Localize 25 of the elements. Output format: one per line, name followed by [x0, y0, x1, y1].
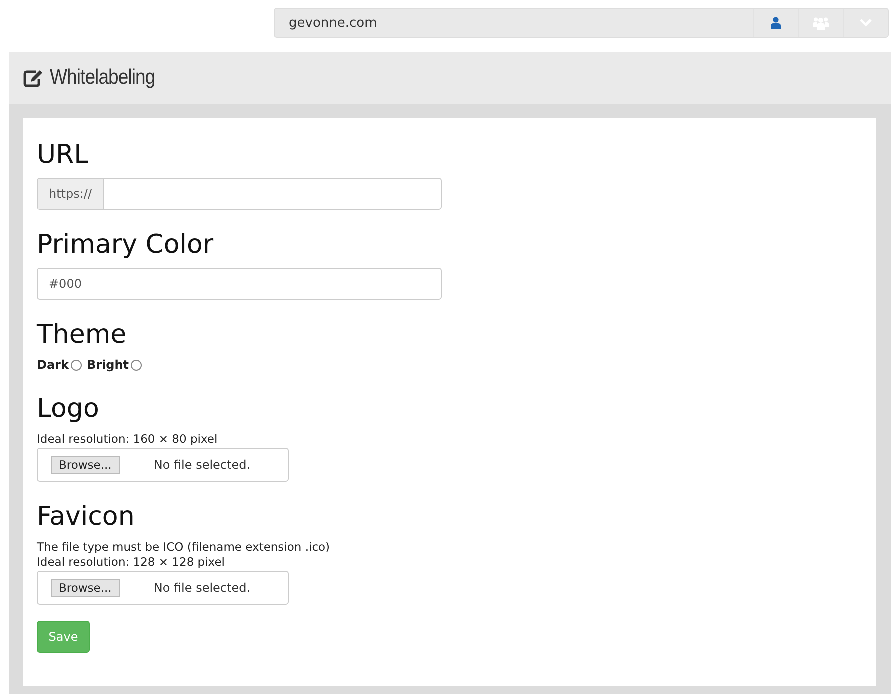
- section-heading: Logo: [37, 393, 100, 426]
- browse-button[interactable]: Browse...: [51, 579, 120, 597]
- color-field[interactable]: #000: [37, 268, 442, 300]
- edit-icon: [23, 68, 44, 88]
- hint-text: The file type must be ICO (filename extension .ico): [37, 540, 330, 555]
- radio-label: Bright: [86, 358, 130, 372]
- file-status: No file selected.: [154, 581, 251, 595]
- section-heading: URL: [37, 139, 89, 172]
- user-icon[interactable]: [771, 17, 781, 29]
- hint-text: Ideal resolution: 160 × 80 pixel: [37, 432, 218, 447]
- url-prefix: https://: [38, 179, 104, 209]
- radio-label: Dark: [37, 358, 69, 372]
- section-heading: Primary Color: [37, 229, 214, 262]
- file-input[interactable]: Browse... No file selected.: [37, 448, 289, 482]
- section-heading: Theme: [37, 319, 127, 352]
- section-heading: Favicon: [37, 501, 135, 534]
- radio-button[interactable]: [70, 360, 82, 370]
- panel-title: Whitelabeling: [50, 66, 156, 90]
- hint-text: Ideal resolution: 128 × 128 pixel: [37, 555, 226, 570]
- file-input[interactable]: Browse... No file selected.: [37, 571, 289, 605]
- domain-name: gevonne.com: [288, 16, 378, 30]
- file-status: No file selected.: [154, 458, 251, 472]
- url-field[interactable]: https://: [37, 178, 442, 210]
- browse-button[interactable]: Browse...: [51, 456, 120, 474]
- radio-button[interactable]: [131, 360, 142, 370]
